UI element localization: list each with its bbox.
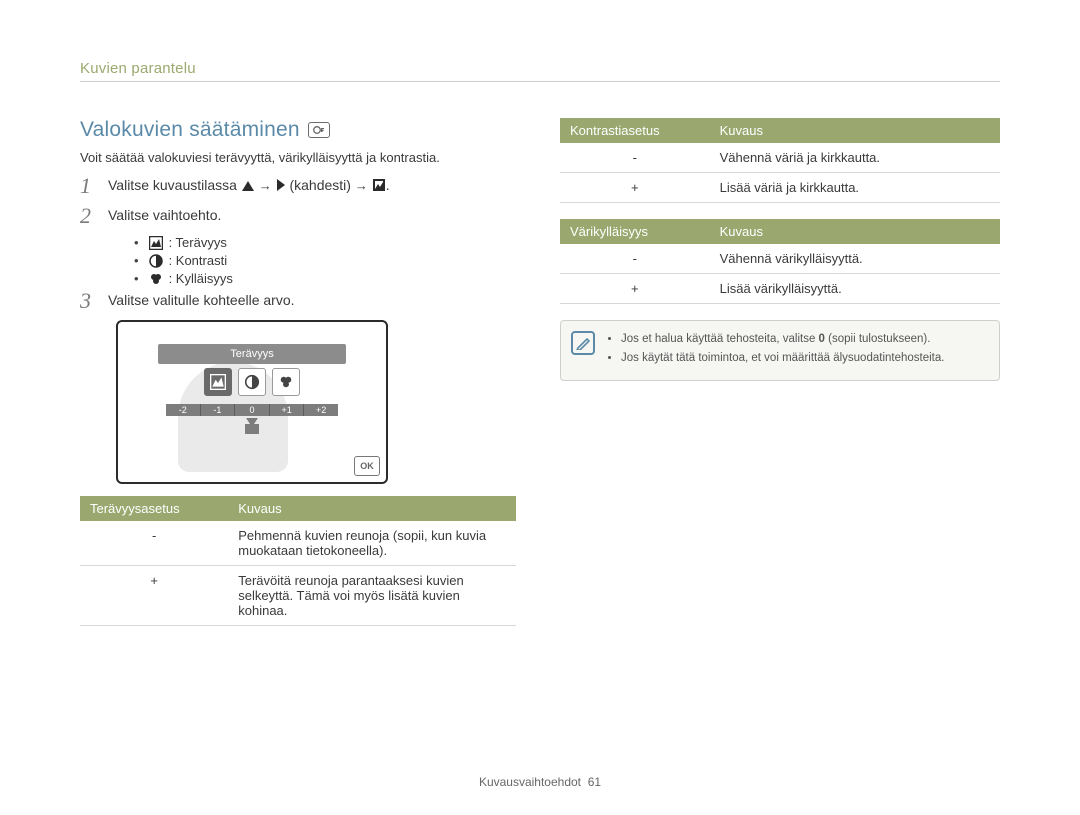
sub-contrast: : Kontrasti bbox=[134, 253, 516, 268]
sharpness-icon bbox=[372, 177, 386, 197]
scale-tick: +1 bbox=[270, 404, 305, 416]
saturation-table: Värikylläisyys Kuvaus - Vähennä värikyll… bbox=[560, 219, 1000, 304]
sub-saturation: : Kylläisyys bbox=[134, 271, 516, 286]
note-icon bbox=[571, 331, 595, 355]
screen-contrast-icon bbox=[238, 368, 266, 396]
note1-post: (sopii tulostukseen). bbox=[825, 333, 930, 345]
table-row: - Vähennä väriä ja kirkkautta. bbox=[560, 143, 1000, 173]
step1-paren: (kahdesti) bbox=[289, 177, 350, 193]
sub-label: : Kylläisyys bbox=[169, 271, 233, 286]
ok-button-icon: OK bbox=[354, 456, 380, 476]
step-3: 3 Valitse valitulle kohteelle arvo. bbox=[80, 290, 516, 312]
cell-key: - bbox=[80, 521, 228, 566]
note1-pre: Jos et halua käyttää tehosteita, valitse bbox=[621, 333, 819, 345]
footer-label: Kuvausvaihtoehdot bbox=[479, 775, 581, 789]
th-desc: Kuvaus bbox=[228, 496, 516, 521]
th-setting: Värikylläisyys bbox=[560, 219, 710, 244]
sharpness-icon bbox=[149, 236, 163, 250]
cell-key: - bbox=[560, 143, 710, 173]
scale-track: -2 -1 0 +1 +2 bbox=[166, 404, 338, 416]
step-2: 2 Valitse vaihtoehto. bbox=[80, 205, 516, 227]
step-body: Valitse valitulle kohteelle arvo. bbox=[108, 290, 516, 310]
step-1: 1 Valitse kuvaustilassa → (kahdesti) → . bbox=[80, 175, 516, 197]
title-text: Valokuvien säätäminen bbox=[80, 118, 300, 142]
arrow-icon: → bbox=[259, 178, 272, 193]
screen-icon-row bbox=[118, 368, 386, 396]
sharpness-table: Terävyysasetus Kuvaus - Pehmennä kuvien … bbox=[80, 496, 516, 626]
scale-pointer-handle bbox=[245, 424, 259, 434]
scale-tick: 0 bbox=[235, 404, 270, 416]
scale-bar: -2 -1 0 +1 +2 bbox=[166, 404, 338, 434]
th-setting: Terävyysasetus bbox=[80, 496, 228, 521]
page-footer: Kuvausvaihtoehdot 61 bbox=[0, 775, 1080, 789]
cell-key: + bbox=[80, 566, 228, 626]
th-desc: Kuvaus bbox=[710, 219, 1000, 244]
footer-page: 61 bbox=[588, 775, 601, 789]
step1-pre: Valitse kuvaustilassa bbox=[108, 177, 237, 193]
contrast-icon bbox=[149, 254, 163, 268]
left-column: Valokuvien säätäminen Voit säätää valoku… bbox=[80, 118, 516, 642]
note-item: Jos et halua käyttää tehosteita, valitse… bbox=[621, 331, 987, 348]
screen-sharpness-icon bbox=[204, 368, 232, 396]
cell-val: Lisää väriä ja kirkkautta. bbox=[710, 173, 1000, 203]
steps-list: 1 Valitse kuvaustilassa → (kahdesti) → . bbox=[80, 175, 516, 227]
right-chevron-icon bbox=[276, 177, 286, 197]
scale-tick: -2 bbox=[166, 404, 201, 416]
p-mode-icon bbox=[308, 122, 330, 138]
step2-sublist: : Terävyys : Kontrasti : Kylläisyys bbox=[134, 235, 516, 286]
cell-key: + bbox=[560, 173, 710, 203]
step-body: Valitse kuvaustilassa → (kahdesti) → . bbox=[108, 175, 516, 197]
page-title: Valokuvien säätäminen bbox=[80, 118, 516, 142]
table-row: - Pehmennä kuvien reunoja (sopii, kun ku… bbox=[80, 521, 516, 566]
step-number: 3 bbox=[80, 290, 98, 312]
screen-saturation-icon bbox=[272, 368, 300, 396]
scale-tick: +2 bbox=[304, 404, 338, 416]
table-header-row: Terävyysasetus Kuvaus bbox=[80, 496, 516, 521]
cell-val: Vähennä värikylläisyyttä. bbox=[710, 244, 1000, 274]
note-box: Jos et halua käyttää tehosteita, valitse… bbox=[560, 320, 1000, 381]
scale-tick: -1 bbox=[201, 404, 236, 416]
cell-val: Lisää värikylläisyyttä. bbox=[710, 274, 1000, 304]
note-list: Jos et halua käyttää tehosteita, valitse… bbox=[621, 331, 987, 368]
two-column-layout: Valokuvien säätäminen Voit säätää valoku… bbox=[80, 118, 1000, 642]
section-header: Kuvien parantelu bbox=[80, 60, 1000, 82]
step-body: Valitse vaihtoehto. bbox=[108, 205, 516, 225]
arrow-icon: → bbox=[355, 178, 368, 193]
table-row: + Lisää väriä ja kirkkautta. bbox=[560, 173, 1000, 203]
cell-key: - bbox=[560, 244, 710, 274]
screen-title-bar: Terävyys bbox=[158, 344, 346, 364]
cell-val: Vähennä väriä ja kirkkautta. bbox=[710, 143, 1000, 173]
contrast-table: Kontrastiasetus Kuvaus - Vähennä väriä j… bbox=[560, 118, 1000, 203]
cell-key: + bbox=[560, 274, 710, 304]
table-row: + Terävöitä reunoja parantaaksesi kuvien… bbox=[80, 566, 516, 626]
up-triangle-icon bbox=[241, 177, 255, 197]
intro-text: Voit säätää valokuviesi terävyyttä, väri… bbox=[80, 150, 516, 165]
th-desc: Kuvaus bbox=[710, 118, 1000, 143]
sub-label: : Kontrasti bbox=[169, 253, 228, 268]
table-row: - Vähennä värikylläisyyttä. bbox=[560, 244, 1000, 274]
note-item: Jos käytät tätä toimintoa, et voi määrit… bbox=[621, 350, 987, 367]
table-row: + Lisää värikylläisyyttä. bbox=[560, 274, 1000, 304]
sub-sharpness: : Terävyys bbox=[134, 235, 516, 250]
cell-val: Terävöitä reunoja parantaaksesi kuvien s… bbox=[228, 566, 516, 626]
table-header-row: Kontrastiasetus Kuvaus bbox=[560, 118, 1000, 143]
table-header-row: Värikylläisyys Kuvaus bbox=[560, 219, 1000, 244]
th-setting: Kontrastiasetus bbox=[560, 118, 710, 143]
step-number: 2 bbox=[80, 205, 98, 227]
camera-screenshot: Terävyys -2 -1 0 +1 +2 bbox=[116, 320, 388, 484]
right-column: Kontrastiasetus Kuvaus - Vähennä väriä j… bbox=[560, 118, 1000, 642]
steps-list-cont: 3 Valitse valitulle kohteelle arvo. bbox=[80, 290, 516, 312]
step1-end: . bbox=[386, 177, 390, 193]
step-number: 1 bbox=[80, 175, 98, 197]
sub-label: : Terävyys bbox=[169, 235, 227, 250]
cell-val: Pehmennä kuvien reunoja (sopii, kun kuvi… bbox=[228, 521, 516, 566]
saturation-icon bbox=[149, 272, 163, 286]
